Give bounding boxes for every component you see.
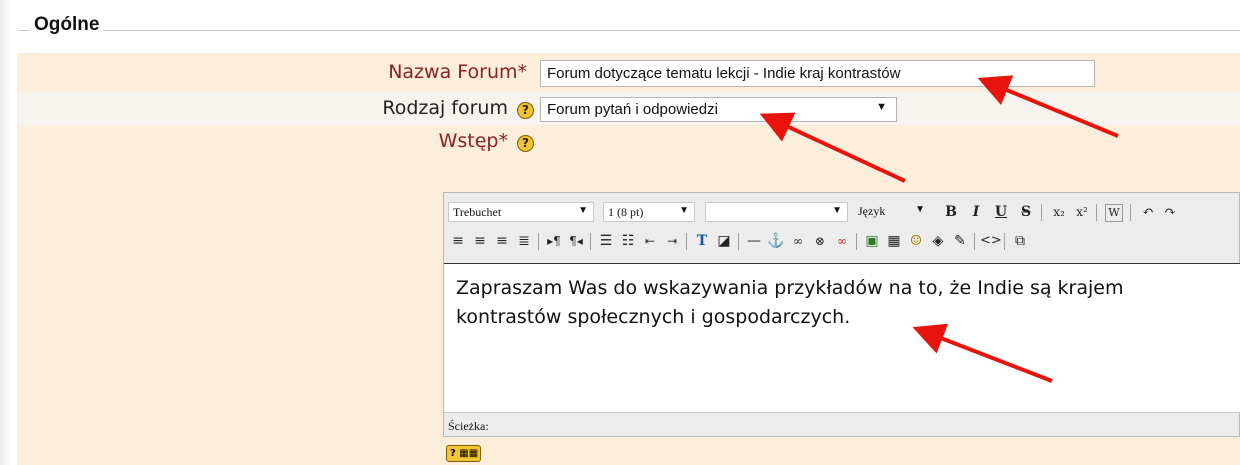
- toolbar-divider: [738, 233, 739, 250]
- chevron-down-icon: ▼: [915, 204, 925, 215]
- undo-icon[interactable]: ↶: [1138, 202, 1158, 222]
- help-icon[interactable]: ?: [517, 102, 534, 119]
- toolbar-divider: [856, 233, 857, 250]
- special-char-icon[interactable]: ◈: [928, 231, 948, 251]
- html-source-icon[interactable]: <>: [980, 231, 1002, 251]
- toolbar-divider: [686, 233, 687, 250]
- strikethrough-icon[interactable]: S̶: [1016, 202, 1036, 222]
- smiley-icon[interactable]: ☺: [906, 231, 926, 251]
- language-value: Język: [858, 204, 886, 218]
- toolbar-divider: [1041, 204, 1042, 221]
- editor-content-area[interactable]: Zapraszam Was do wskazywania przykładów …: [444, 263, 1240, 413]
- html-editor: Trebuchet ▼ 1 (8 pt) ▼ ▼ Język ▼ B I U S…: [443, 192, 1240, 437]
- horizontal-rule-icon[interactable]: —: [744, 231, 764, 251]
- table-icon[interactable]: ▦: [884, 231, 904, 251]
- bold-icon[interactable]: B: [941, 202, 961, 222]
- ordered-list-icon[interactable]: ☰: [596, 231, 616, 251]
- outdent-icon[interactable]: ⇤: [640, 231, 660, 251]
- rtl-icon[interactable]: ¶◂: [566, 231, 586, 251]
- forum-name-label: Nazwa Forum*: [388, 61, 527, 83]
- unordered-list-icon[interactable]: ☷: [618, 231, 638, 251]
- text-color-icon[interactable]: T: [692, 231, 712, 251]
- spellcheck-icon[interactable]: ✎: [950, 231, 970, 251]
- fieldset-border: [18, 30, 1240, 31]
- font-family-value: Trebuchet: [453, 205, 502, 219]
- language-select[interactable]: Język ▼: [854, 202, 930, 222]
- chevron-down-icon: ▼: [832, 205, 842, 216]
- superscript-icon[interactable]: x²: [1072, 202, 1092, 222]
- forum-type-label: Rodzaj forum: [382, 97, 508, 119]
- editor-toolbar-row-2: ≡ ≡ ≡ ≣ ▸¶ ¶◂ ☰ ☷ ⇤ ⇥ T ◪ — ⚓ ∞ ⊗ ∞ ▣ ▦ …: [444, 226, 1240, 254]
- forum-type-selected: Forum pytań i odpowiedzi: [547, 101, 718, 118]
- fullscreen-icon[interactable]: ⧉: [1010, 231, 1030, 251]
- format-select[interactable]: ▼: [705, 202, 848, 222]
- editor-toolbar-row-1: Trebuchet ▼ 1 (8 pt) ▼ ▼ Język ▼ B I U S…: [444, 197, 1240, 225]
- font-family-select[interactable]: Trebuchet ▼: [448, 202, 594, 222]
- unlink-icon[interactable]: ⊗: [810, 231, 830, 251]
- justify-icon[interactable]: ≣: [514, 231, 534, 251]
- link-icon[interactable]: ∞: [788, 231, 808, 251]
- toolbar-divider: [1004, 233, 1005, 250]
- font-size-value: 1 (8 pt): [608, 205, 644, 219]
- keyboard-help-icon[interactable]: ? ▦▦: [446, 445, 481, 462]
- bg-color-icon[interactable]: ◪: [714, 231, 734, 251]
- toolbar-divider: [1130, 204, 1131, 221]
- help-icon[interactable]: ?: [517, 135, 534, 152]
- toolbar-divider: [1096, 204, 1097, 221]
- redo-icon[interactable]: ↷: [1160, 202, 1180, 222]
- font-size-select[interactable]: 1 (8 pt) ▼: [603, 202, 695, 222]
- intro-label: Wstęp*: [438, 130, 508, 152]
- align-right-icon[interactable]: ≡: [492, 231, 512, 251]
- chevron-down-icon: ▼: [876, 101, 887, 113]
- align-left-icon[interactable]: ≡: [448, 231, 468, 251]
- subscript-icon[interactable]: x₂: [1049, 202, 1069, 222]
- toolbar-divider: [538, 233, 539, 250]
- indent-icon[interactable]: ⇥: [662, 231, 682, 251]
- image-icon[interactable]: ▣: [862, 231, 882, 251]
- editor-content-text: Zapraszam Was do wskazywania przykładów …: [456, 277, 1124, 328]
- toolbar-divider: [974, 233, 975, 250]
- anchor-icon[interactable]: ⚓: [766, 231, 786, 251]
- word-paste-icon[interactable]: W: [1105, 204, 1123, 222]
- editor-path-label: Ścieżka:: [448, 419, 489, 433]
- align-center-icon[interactable]: ≡: [470, 231, 490, 251]
- ltr-icon[interactable]: ▸¶: [544, 231, 564, 251]
- forum-type-select[interactable]: Forum pytań i odpowiedzi ▼: [540, 97, 897, 122]
- chevron-down-icon: ▼: [679, 205, 689, 216]
- underline-icon[interactable]: U: [991, 202, 1011, 222]
- italic-icon[interactable]: I: [966, 202, 986, 222]
- fieldset-legend: Ogólne: [30, 14, 104, 36]
- chevron-down-icon: ▼: [578, 205, 588, 216]
- forum-name-input[interactable]: Forum dotyczące tematu lekcji - Indie kr…: [540, 60, 1095, 87]
- toolbar-divider: [590, 233, 591, 250]
- nolink-icon[interactable]: ∞: [832, 231, 852, 251]
